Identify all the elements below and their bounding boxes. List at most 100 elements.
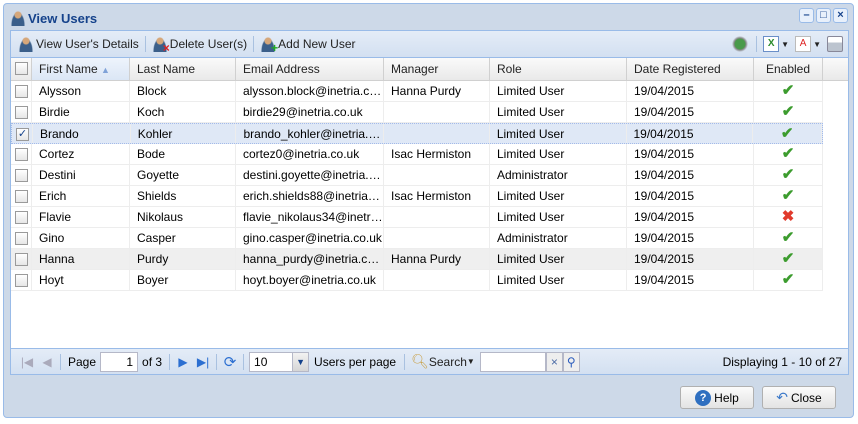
cell-email: birdie29@inetria.co.uk [236,102,384,122]
per-page-label: Users per page [314,354,397,369]
cell-manager: Hanna Purdy [384,249,490,269]
view-user-details-button[interactable]: View User's Details [15,33,142,55]
row-checkbox[interactable] [15,169,28,182]
clear-search-button[interactable]: × [545,351,563,372]
print-button[interactable] [824,33,848,55]
separator [144,36,146,52]
grid-header: First Name ▲ Last Name Email Address Man… [11,58,848,81]
table-row[interactable]: Alysson Block alysson.block@inetria.co.uk H… [11,81,823,102]
window-title-bar: View Users [10,8,97,28]
cross-icon: ✖ [754,207,823,227]
users-icon [10,10,26,26]
cell-manager [384,165,490,185]
row-checkbox[interactable] [15,232,28,245]
export-button[interactable] [729,33,753,55]
column-header-email[interactable]: Email Address [236,58,384,80]
search-input[interactable] [479,351,546,372]
row-checkbox[interactable] [15,85,28,98]
column-header-enabled[interactable]: Enabled [754,58,823,80]
table-row[interactable]: Destini Goyette destini.goyette@inetria.co… [11,165,823,186]
maximize-button[interactable]: □ [816,8,831,23]
cell-role: Limited User [490,186,627,206]
table-row[interactable]: Hoyt Boyer hoyt.boyer@inetria.co.uk Limited… [11,270,823,291]
column-header-date-registered[interactable]: Date Registered [627,58,754,80]
row-checkbox[interactable] [15,253,28,266]
cell-first: Alysson [32,81,130,101]
paging-display-text: Displaying 1 - 10 of 27 [722,354,842,369]
add-new-user-button[interactable]: + Add New User [257,33,358,55]
cell-email: destini.goyette@inetria.co… [236,165,384,185]
table-row[interactable]: Flavie Nikolaus flavie_nikolaus34@inetria…… [11,207,823,228]
first-page-icon[interactable]: |◀ [17,355,37,369]
cell-first: Birdie [32,102,130,122]
row-checkbox[interactable] [15,274,28,287]
search-menu-button[interactable]: 🔍︎ Search ▼ [408,351,478,373]
check-icon: ✔ [754,81,823,101]
prev-page-icon[interactable]: ◀ [37,355,57,369]
table-row[interactable]: Hanna Purdy hanna_purdy@inetria.co.uk Hanna… [11,249,823,270]
cell-role: Limited User [490,270,627,290]
row-select-cell [11,228,32,248]
minimize-button[interactable]: – [799,8,814,23]
select-all-header [11,58,32,80]
cell-email: erich.shields88@inetria.c… [236,186,384,206]
row-checkbox[interactable]: ✓ [16,128,29,141]
cell-last: Goyette [130,165,236,185]
row-checkbox[interactable] [15,211,28,224]
search-icon: 🔍︎ [411,353,429,369]
row-checkbox[interactable] [15,148,28,161]
cell-last: Koch [130,102,236,122]
row-select-cell [11,165,32,185]
separator [243,353,245,370]
row-select-cell: ✓ [12,124,33,143]
check-icon: ✔ [753,124,823,143]
table-row[interactable]: ✓ Brando Kohler brando_kohler@inetria.co… Li… [11,123,823,144]
cell-email: alysson.block@inetria.co.uk [236,81,384,101]
per-page-select[interactable]: 10 ▼ [249,351,310,372]
close-window-button[interactable]: × [833,8,848,23]
select-all-checkbox[interactable] [15,62,28,75]
cell-manager [384,228,490,248]
help-button[interactable]: ? Help [680,386,754,409]
close-button[interactable]: ↶ Close [762,386,836,409]
column-header-role[interactable]: Role [490,58,627,80]
cell-role: Administrator [490,228,627,248]
check-icon: ✔ [754,270,823,290]
row-select-cell [11,144,32,164]
last-page-icon[interactable]: ▶| [193,355,213,369]
row-checkbox[interactable] [15,106,28,119]
column-header-manager[interactable]: Manager [384,58,490,80]
undo-arrow-icon: ↶ [776,389,789,405]
page-count-label: of 3 [142,354,163,369]
column-header-last-name[interactable]: Last Name [130,58,236,80]
pdf-export-button[interactable]: A ▼ [792,33,824,55]
paging-toolbar: |◀ ◀ Page 1 of 3 ▶ ▶| ⟳ 10 ▼ Users per p… [11,348,848,374]
table-row[interactable]: Cortez Bode cortez0@inetria.co.uk Isac Herm… [11,144,823,165]
users-grid-panel: View User's Details × Delete User(s) + Add… [10,30,849,375]
cell-first: Hanna [32,249,130,269]
chevron-down-icon[interactable]: ▼ [292,352,309,371]
cell-last: Kohler [131,124,237,143]
cell-date: 19/04/2015 [627,228,754,248]
next-page-icon[interactable]: ▶ [173,355,193,369]
table-row[interactable]: Gino Casper gino.casper@inetria.co.uk Admin… [11,228,823,249]
cell-first: Cortez [32,144,130,164]
table-row[interactable]: Birdie Koch birdie29@inetria.co.uk Limited … [11,102,823,123]
delete-users-button[interactable]: × Delete User(s) [149,33,250,55]
search-submit-button[interactable]: ⚲ [562,351,580,372]
header-label: First Name [39,62,98,76]
cell-manager: Hanna Purdy [384,81,490,101]
view-users-window: View Users – □ × View User's Details × De… [3,3,854,418]
cell-date: 19/04/2015 [627,81,754,101]
table-row[interactable]: Erich Shields erich.shields88@inetria.c… Is… [11,186,823,207]
check-icon: ✔ [754,186,823,206]
cell-manager [384,207,490,227]
refresh-icon[interactable]: ⟳ [220,353,240,371]
cell-manager: Isac Hermiston [384,144,490,164]
excel-export-button[interactable]: X ▼ [760,33,792,55]
dropdown-arrow-icon: ▼ [813,39,821,49]
page-number-input[interactable]: 1 [100,351,139,372]
row-checkbox[interactable] [15,190,28,203]
print-icon [827,36,843,52]
column-header-first-name[interactable]: First Name ▲ [32,58,130,80]
